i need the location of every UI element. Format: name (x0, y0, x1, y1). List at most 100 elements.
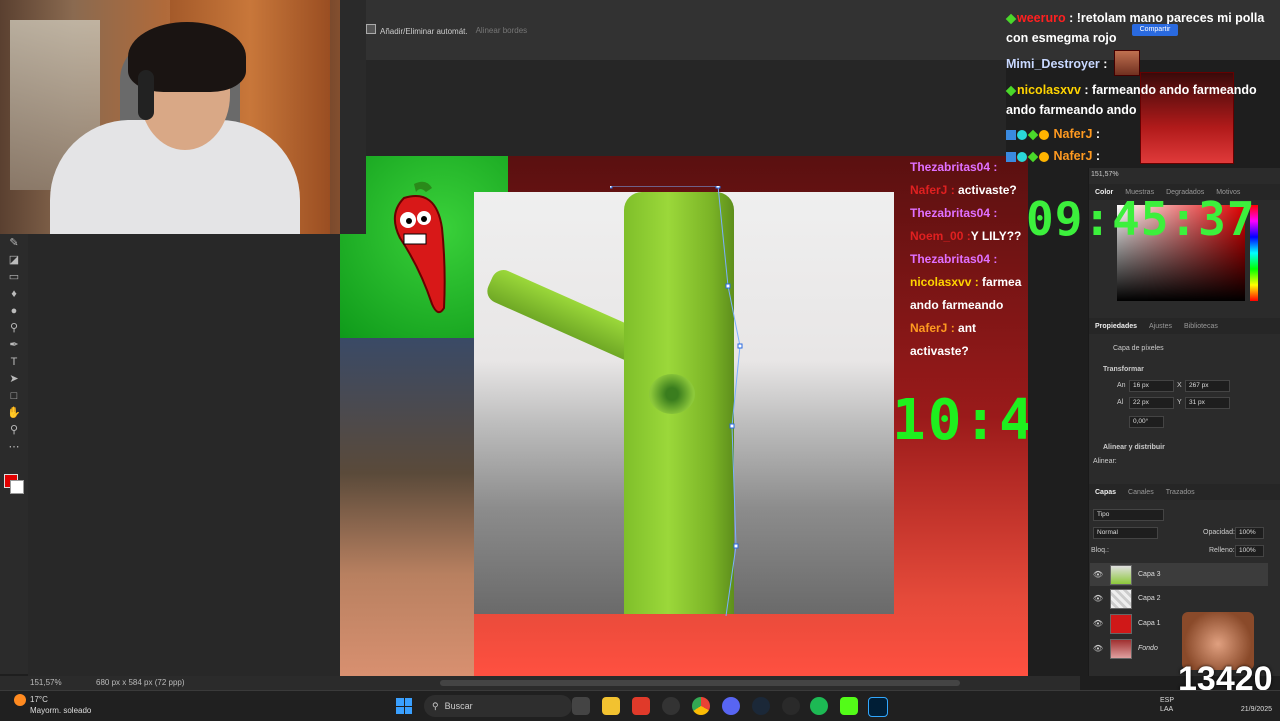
pen-tool-icon[interactable]: ✒ (0, 336, 28, 353)
height-field[interactable]: 22 px (1129, 397, 1174, 409)
sub-badge-icon (1017, 151, 1027, 162)
canvas-clock-text: 10:4 (892, 388, 1028, 453)
windows-start-icon[interactable] (396, 698, 412, 714)
tab-layers[interactable]: Capas (1095, 489, 1116, 496)
chili-pepper-image (393, 181, 446, 314)
lang-layout: LAA (1160, 706, 1174, 713)
zoom-level[interactable]: 151,57% (30, 678, 62, 687)
chat-username: nicolasxvv (1017, 83, 1081, 97)
chat-text: : (1103, 57, 1108, 71)
kick-icon[interactable] (840, 697, 858, 715)
chat-username: Mimi_Destroyer (1006, 57, 1100, 71)
layer-name: Capa 2 (1138, 595, 1161, 602)
eye-icon[interactable]: 👁 (1090, 594, 1106, 603)
canvas-chat-user: Thezabritas04 : (910, 252, 998, 266)
fill-field[interactable]: 100% (1235, 545, 1264, 557)
chat-username: NaferJ (1053, 127, 1093, 141)
tools-panel: ✎ ◪ ▭ ♦ ● ⚲ ✒ T ➤ □ ✋ ⚲ ⋯ (0, 234, 29, 674)
steam-icon[interactable] (752, 697, 770, 715)
layer-name: Capa 1 (1138, 620, 1161, 627)
webcam-headset (138, 70, 154, 120)
tab-libraries[interactable]: Bibliotecas (1184, 323, 1218, 330)
sun-icon (14, 694, 26, 706)
canvas-chat-user: NaferJ : (910, 183, 959, 197)
obs-icon[interactable] (662, 697, 680, 715)
bits-badge-icon (1039, 129, 1049, 140)
eye-icon[interactable]: 👁 (1090, 619, 1106, 628)
stamp-tool-icon[interactable]: ⚲ (0, 319, 28, 336)
tab-adjustments[interactable]: Ajustes (1149, 323, 1172, 330)
auto-select-checkbox[interactable]: Añadir/Eliminar automát. (366, 24, 468, 36)
blur-tool-icon[interactable]: ♦ (0, 285, 28, 302)
blend-mode-select[interactable]: Normal (1093, 527, 1158, 539)
layer-thumbnail (1110, 588, 1132, 609)
x-label: X (1177, 382, 1182, 389)
moderator-badge-icon (1027, 129, 1039, 141)
system-clock[interactable]: 21/9/2025 (1241, 695, 1272, 715)
dodge-tool-icon[interactable]: ● (0, 302, 28, 319)
x-field[interactable]: 267 px (1185, 380, 1230, 392)
y-field[interactable]: 31 px (1185, 397, 1230, 409)
rectangle-tool-icon[interactable]: □ (0, 387, 28, 404)
weather-widget[interactable]: 17°C Mayorm. soleado (14, 694, 91, 716)
workspace-background (28, 234, 340, 676)
pixel-layer-label: Capa de píxeles (1113, 345, 1164, 352)
chrome-icon[interactable] (692, 697, 710, 715)
width-field[interactable]: 16 px (1129, 380, 1174, 392)
spotify-icon[interactable] (810, 697, 828, 715)
width-label: An (1117, 382, 1126, 389)
task-view-icon[interactable] (572, 697, 590, 715)
chat-username: weeruro (1017, 11, 1066, 25)
tab-channels[interactable]: Canales (1128, 489, 1154, 496)
layer-kind-filter[interactable]: Tipo (1093, 509, 1164, 521)
layer-name: Capa 3 (1138, 571, 1161, 578)
type-tool-icon[interactable]: T (0, 353, 28, 370)
tab-properties[interactable]: Propiedades (1095, 323, 1137, 330)
path-select-tool-icon[interactable]: ➤ (0, 370, 28, 387)
fill-label: Relleno: (1209, 547, 1235, 554)
zoom-tool-icon[interactable]: ⚲ (0, 421, 28, 438)
share-button[interactable]: Compartir (1132, 24, 1178, 36)
align-section[interactable]: Alinear y distribuir (1103, 444, 1165, 451)
brush-tool-icon[interactable]: ✎ (0, 234, 28, 251)
eye-icon[interactable]: 👁 (1090, 644, 1106, 653)
chat-text: : (1095, 127, 1101, 141)
chat-text: : (1095, 149, 1101, 163)
canvas-chat-user: NaferJ : (910, 321, 959, 335)
app-dark-icon[interactable] (782, 697, 800, 715)
webcam-overlay (0, 0, 366, 234)
layer-thumbnail (1110, 564, 1132, 585)
gradient-tool-icon[interactable]: ▭ (0, 268, 28, 285)
photoshop-icon[interactable] (868, 697, 888, 717)
transform-section[interactable]: Transformar (1103, 366, 1144, 373)
document-canvas[interactable]: Thezabritas04 : NaferJ : activaste? Thez… (340, 156, 1028, 676)
background-color-swatch[interactable] (10, 480, 24, 494)
bits-badge-icon (1039, 151, 1049, 162)
eraser-tool-icon[interactable]: ◪ (0, 251, 28, 268)
canvas-webcam-capture (340, 338, 474, 676)
more-tools-icon[interactable]: ⋯ (0, 438, 28, 455)
align-label: Alinear: (1093, 458, 1117, 465)
tab-paths[interactable]: Trazados (1166, 489, 1195, 496)
language-indicator[interactable]: ESP LAA (1160, 696, 1174, 714)
layer-row[interactable]: 👁 Capa 2 (1090, 587, 1268, 610)
pen-path-outline[interactable] (610, 186, 750, 616)
taskbar-search[interactable]: ⚲ Buscar (424, 695, 572, 717)
canvas-chat-text: Y LILY?? (970, 229, 1022, 243)
file-explorer-icon[interactable] (602, 697, 620, 715)
layer-row[interactable]: 👁 Capa 3 (1090, 563, 1268, 586)
lang-code: ESP (1160, 697, 1175, 704)
angle-field[interactable]: 0,00° (1129, 416, 1164, 428)
eye-icon[interactable]: 👁 (1090, 570, 1106, 579)
chat-username: NaferJ (1053, 149, 1093, 163)
discord-icon[interactable] (722, 697, 740, 715)
horizontal-scrollbar[interactable] (440, 680, 960, 686)
hand-tool-icon[interactable]: ✋ (0, 404, 28, 421)
canvas-chat-user: Noem_00 : (910, 229, 971, 243)
align-edges-option[interactable]: Alinear bordes (476, 26, 528, 35)
opacity-field[interactable]: 100% (1235, 527, 1264, 539)
app-red-icon[interactable] (632, 697, 650, 715)
layer-name: Fondo (1138, 645, 1158, 652)
canvas-chat-text: activaste? (958, 183, 1017, 197)
chat-emote-icon (1114, 50, 1140, 76)
